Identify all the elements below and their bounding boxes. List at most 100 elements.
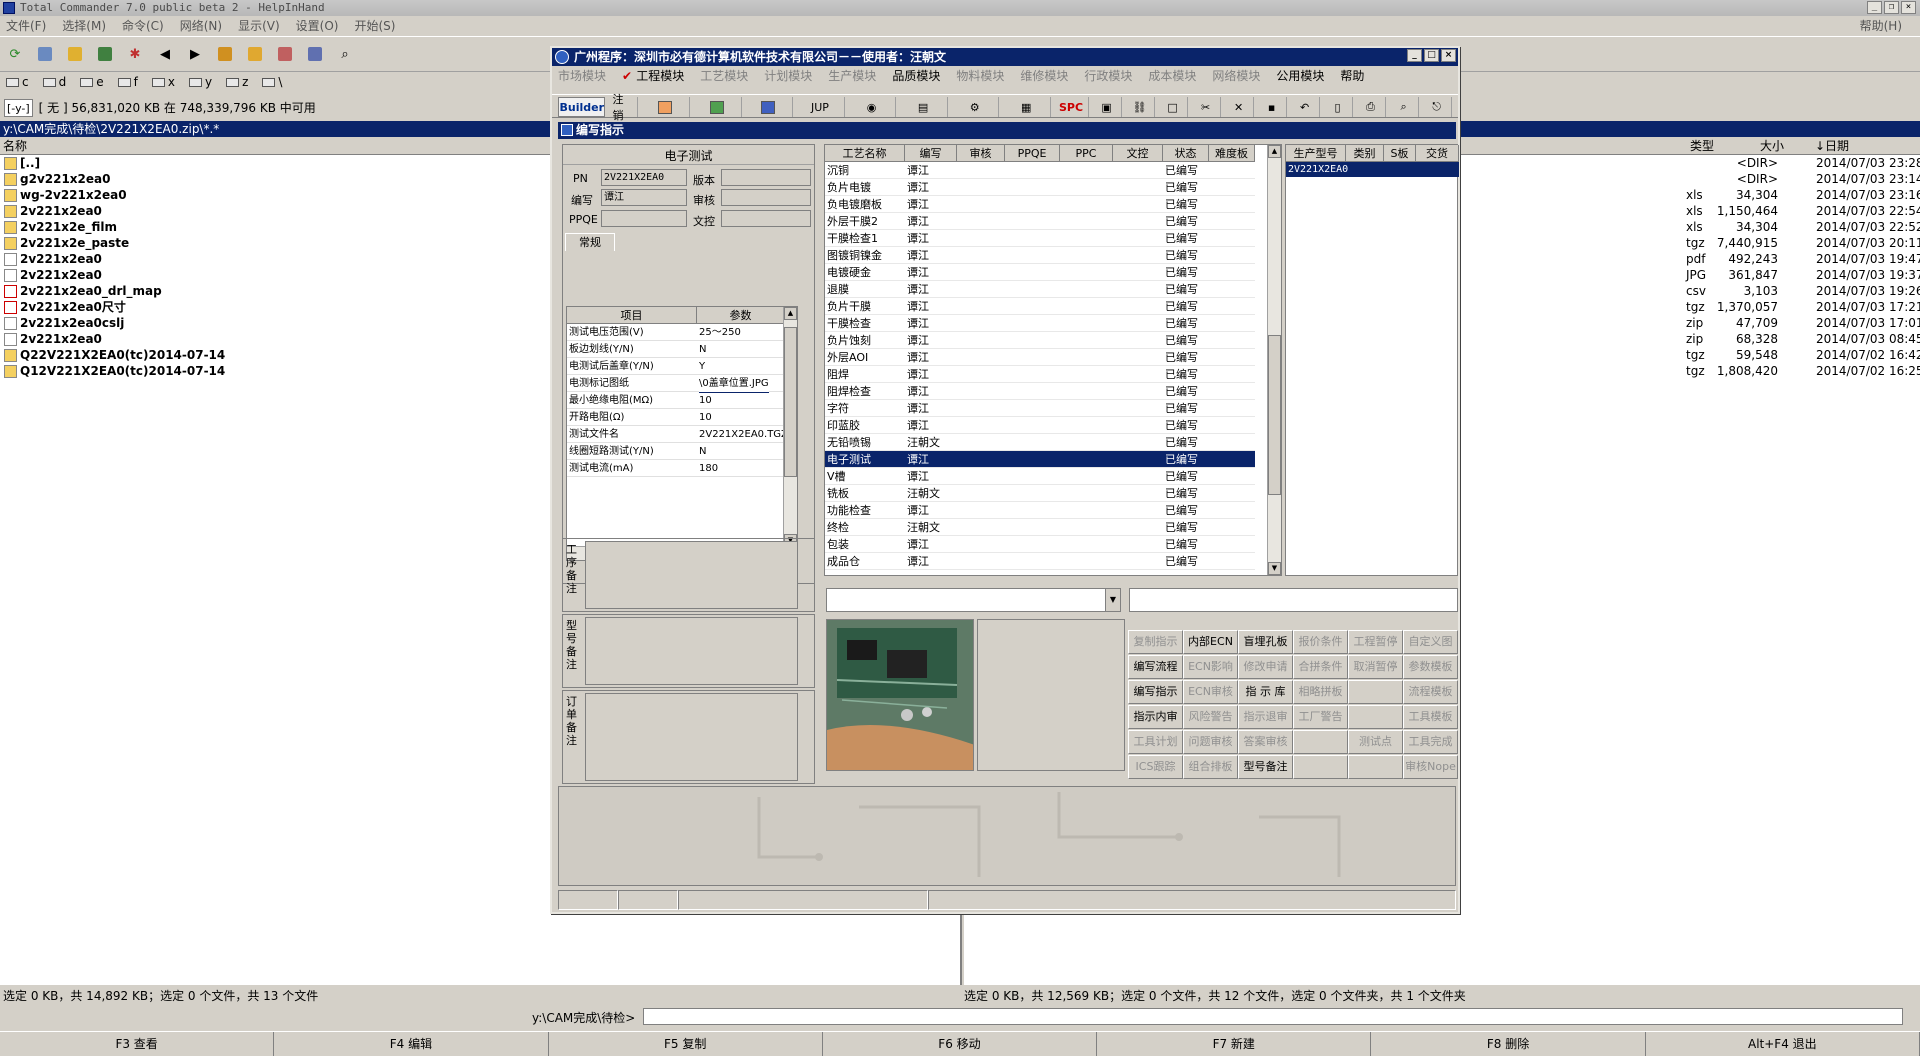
forward-icon[interactable]: ▶ <box>184 43 206 65</box>
process-row[interactable]: 干膜检查1 谭江 已编写 <box>825 230 1255 247</box>
drive-y[interactable]: y <box>188 72 212 92</box>
excel-icon[interactable] <box>693 97 742 117</box>
builder-button[interactable]: Builder <box>558 97 606 117</box>
process-row[interactable]: 无铅喷锡 汪朝文 已编写 <box>825 434 1255 451</box>
process-row[interactable]: 负电镀磨板 谭江 已编写 <box>825 196 1255 213</box>
menu-network[interactable]: 网络(N) <box>180 17 222 35</box>
col-size[interactable]: 大小 <box>1760 138 1784 155</box>
app-menu-item[interactable]: 生产模块 <box>828 67 876 85</box>
action-button[interactable]: 自定义图 <box>1403 630 1458 654</box>
process-row[interactable]: 终检 汪朝文 已编写 <box>825 519 1255 536</box>
f4-edit-button[interactable]: F4 编辑 <box>274 1032 549 1056</box>
drive-e[interactable]: e <box>80 72 104 92</box>
app-close-button[interactable]: × <box>1441 49 1456 62</box>
menu-select[interactable]: 选择(M) <box>62 17 106 35</box>
file-row[interactable]: 2v221x2ea0 <box>0 251 102 267</box>
col-type[interactable]: 类型 <box>1690 138 1714 155</box>
process-row[interactable]: 沉铜 谭江 已编写 <box>825 162 1255 179</box>
process-row[interactable]: 电镀硬金 谭江 已编写 <box>825 264 1255 281</box>
remark-input[interactable] <box>1129 588 1458 612</box>
alt-f4-exit-button[interactable]: Alt+F4 退出 <box>1646 1032 1920 1056</box>
param-row[interactable]: 测试电流(mA) 180 <box>567 460 785 477</box>
network-icon[interactable]: ⚙ <box>951 97 1000 117</box>
action-button[interactable]: 问题审核 <box>1183 730 1238 754</box>
file-row[interactable]: [..] <box>0 155 40 171</box>
param-value[interactable]: 10 <box>699 409 712 426</box>
binoculars-icon[interactable]: ⌕ <box>334 43 356 65</box>
scroll-down-icon[interactable]: ▼ <box>1268 562 1281 575</box>
refresh-icon[interactable]: ⟳ <box>4 43 26 65</box>
drive-root[interactable]: \ <box>262 72 282 92</box>
action-button[interactable]: ECN审核 <box>1183 680 1238 704</box>
app-menu-item[interactable]: 行政模块 <box>1084 67 1132 85</box>
action-button[interactable]: 合拼条件 <box>1293 655 1348 679</box>
spc-button[interactable]: SPC <box>1054 97 1090 117</box>
process-row[interactable]: 包装 谭江 已编写 <box>825 536 1255 553</box>
file-row[interactable]: g2v221x2ea0 <box>0 171 111 187</box>
action-button[interactable]: 风险警告 <box>1183 705 1238 729</box>
minimize-button[interactable]: _ <box>1867 1 1882 14</box>
action-button[interactable]: 测试点 <box>1348 730 1403 754</box>
file-row[interactable]: 2v221x2ea0 <box>0 331 102 347</box>
action-button[interactable]: 审核Nope <box>1403 755 1458 779</box>
action-button[interactable] <box>1348 705 1403 729</box>
process-row[interactable]: 字符 谭江 已编写 <box>825 400 1255 417</box>
drive-z[interactable]: z <box>226 72 248 92</box>
param-value[interactable]: N <box>699 341 706 358</box>
type-row-selected[interactable]: 2V221X2EA0 <box>1286 162 1459 177</box>
process-combo[interactable]: ▼ <box>826 588 1121 612</box>
file-row[interactable]: 2v221x2e_film <box>0 219 117 235</box>
powerpoint-icon[interactable] <box>641 97 691 117</box>
drive-combo[interactable]: [-y-] <box>4 99 33 117</box>
f5-copy-button[interactable]: F5 复制 <box>549 1032 823 1056</box>
param-row[interactable]: 测试文件名 2V221X2EA0.TGZ <box>567 426 788 443</box>
writer-field[interactable]: 谭江 <box>601 189 687 206</box>
param-value[interactable]: 10 <box>699 392 712 409</box>
type-grid[interactable]: 生产型号 类别 S板 交货 2V221X2EA0 <box>1285 144 1459 576</box>
calc-icon[interactable]: ▣ <box>1092 97 1123 117</box>
order-note-box[interactable] <box>585 693 798 781</box>
file-row[interactable]: 2v221x2ea0尺寸 <box>0 299 126 315</box>
action-button[interactable]: 相略拼板 <box>1293 680 1348 704</box>
process-note-box[interactable] <box>585 541 798 609</box>
f6-move-button[interactable]: F6 移动 <box>823 1032 1098 1056</box>
process-row[interactable]: 外层AOI 谭江 已编写 <box>825 349 1255 366</box>
printer-icon[interactable]: ⎙ <box>1356 97 1387 117</box>
action-button[interactable]: 指示退审 <box>1238 705 1293 729</box>
action-button[interactable]: ECN影响 <box>1183 655 1238 679</box>
eye-icon[interactable]: ◉ <box>848 97 897 117</box>
file-row[interactable]: 2v221x2ea0 <box>0 203 102 219</box>
database-icon[interactable]: ▤ <box>899 97 948 117</box>
file-row[interactable]: 2v221x2ea0_drl_map <box>0 283 162 299</box>
review-field[interactable] <box>721 189 811 206</box>
f3-view-button[interactable]: F3 查看 <box>0 1032 275 1056</box>
exit-icon[interactable]: ⎋ <box>1422 97 1453 117</box>
app-menu-item[interactable]: 公用模块 <box>1276 67 1324 85</box>
logout-button[interactable]: 注销 <box>608 93 639 122</box>
restore-button[interactable]: ❐ <box>1884 1 1899 14</box>
process-row[interactable]: 阻焊检查 谭江 已编写 <box>825 383 1255 400</box>
param-header-value[interactable]: 参数 <box>697 307 785 324</box>
sync-icon[interactable] <box>304 43 326 65</box>
action-button[interactable]: 指 示 库 <box>1238 680 1293 704</box>
app-menu-item[interactable]: 工艺模块 <box>700 67 748 85</box>
proc-header[interactable]: PPQE <box>1005 145 1060 162</box>
app-menu-item[interactable]: 品质模块 <box>892 67 940 85</box>
scroll-up-icon[interactable]: ▲ <box>784 307 797 320</box>
proc-header[interactable]: PPC <box>1060 145 1113 162</box>
command-input[interactable] <box>643 1008 1903 1025</box>
menu-view[interactable]: 显示(V) <box>238 17 280 35</box>
action-button[interactable]: 参数模板 <box>1403 655 1458 679</box>
delete-icon[interactable]: ✕ <box>1224 97 1255 117</box>
menu-settings[interactable]: 设置(O) <box>296 17 339 35</box>
param-row[interactable]: 线圈短路测试(Y/N) N <box>567 443 785 460</box>
app-menu-item[interactable]: 物料模块 <box>956 67 1004 85</box>
action-button[interactable]: 工具计划 <box>1128 730 1183 754</box>
file-row[interactable]: 2v221x2ea0cslj <box>0 315 124 331</box>
action-button[interactable]: 工具模板 <box>1403 705 1458 729</box>
type-note-box[interactable] <box>585 617 798 685</box>
binoculars-icon[interactable]: ⌕ <box>1389 97 1420 117</box>
new-icon[interactable]: □ <box>1158 97 1189 117</box>
app-menu-item[interactable]: 维修模块 <box>1020 67 1068 85</box>
process-row[interactable]: 负片干膜 谭江 已编写 <box>825 298 1255 315</box>
